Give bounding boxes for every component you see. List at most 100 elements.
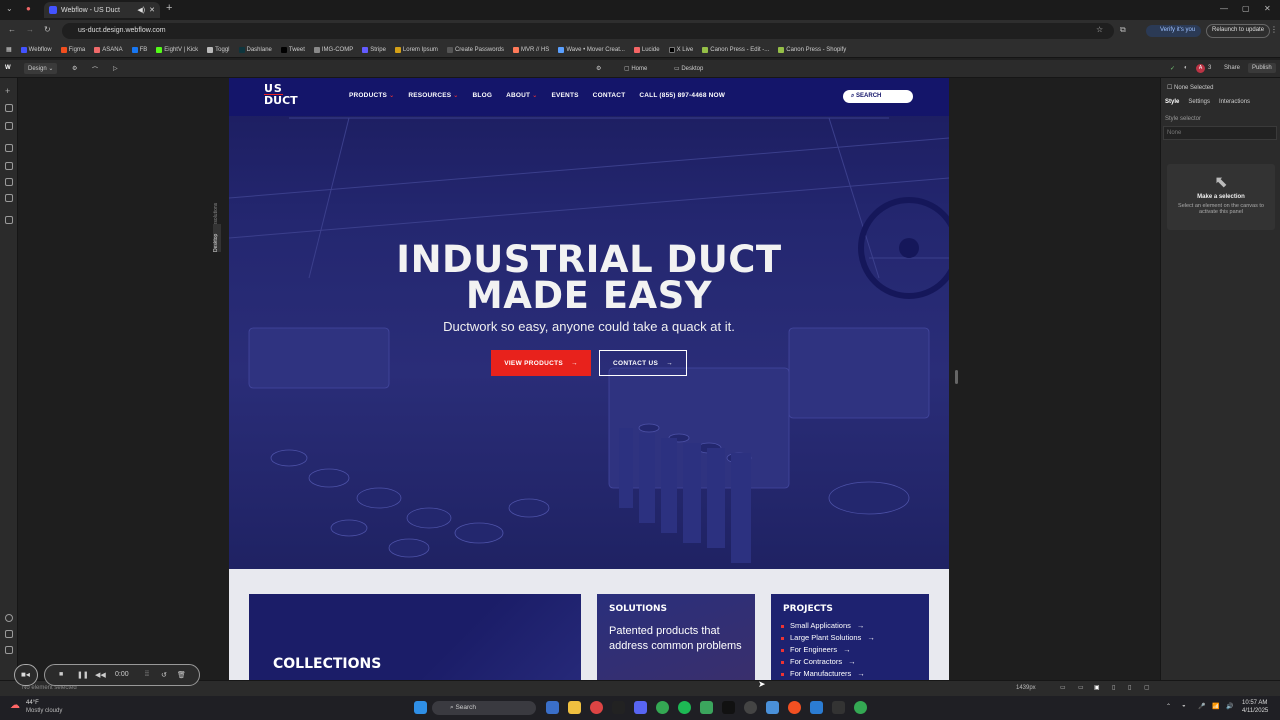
bookmark-create-passwords[interactable]: Create Passwords xyxy=(446,46,504,53)
app-icon[interactable] xyxy=(590,701,603,714)
url-field[interactable]: us-duct.design.webflow.com xyxy=(62,23,1114,39)
current-breakpoint-icon[interactable]: ▣ xyxy=(1094,684,1100,691)
contact-us-button[interactable]: CONTACT US → xyxy=(599,350,687,376)
desktop-breakpoint-icon[interactable]: ▭ xyxy=(1060,684,1066,691)
mic-icon[interactable]: 🎤 xyxy=(1198,703,1205,710)
breakpoint-selector[interactable]: ▭ Desktop xyxy=(674,65,703,72)
bookmark-img-comp[interactable]: IMG-COMP xyxy=(313,46,353,53)
nav-resources[interactable]: RESOURCES ⌄ xyxy=(408,92,458,99)
us-duct-logo[interactable]: US DUCT xyxy=(264,83,298,106)
reload-icon[interactable]: ↻ xyxy=(44,25,51,34)
audit-icon[interactable]: ⌒ xyxy=(92,65,98,74)
bookmark-wave[interactable]: Wave • Mover Creat... xyxy=(558,46,625,53)
clock-time[interactable]: 10:57 AM xyxy=(1242,700,1267,706)
project-link[interactable]: For Manufacturers → xyxy=(781,668,875,680)
app-icon[interactable] xyxy=(744,701,757,714)
fullscreen-icon[interactable]: ▢ xyxy=(1144,684,1150,691)
canvas-resize-handle[interactable] xyxy=(955,370,958,384)
bookmark-figma[interactable]: Figma xyxy=(60,46,85,53)
rewind-icon[interactable]: ◀◀ xyxy=(95,671,106,679)
view-products-button[interactable]: VIEW PRODUCTS → xyxy=(491,350,591,376)
tab-settings[interactable]: Settings xyxy=(1188,99,1210,105)
bookmark-asana[interactable]: ASANA xyxy=(94,46,123,53)
apps-icon[interactable]: ▦ xyxy=(6,46,12,53)
checklist-icon[interactable] xyxy=(5,646,13,654)
relaunch-button[interactable]: Relaunch to update xyxy=(1206,24,1271,38)
app-icon[interactable] xyxy=(832,701,845,714)
apps-panel-icon[interactable] xyxy=(5,216,13,224)
site-canvas[interactable]: US DUCT PRODUCTS ⌄ RESOURCES ⌄ BLOG ABOUT ⌄… xyxy=(229,78,949,680)
bookmark-lucide[interactable]: Lucide xyxy=(633,46,660,53)
app-icon[interactable] xyxy=(722,701,735,714)
style-selector-input[interactable]: None xyxy=(1163,126,1277,140)
nav-blog[interactable]: BLOG xyxy=(473,92,493,99)
publish-button[interactable]: Publish xyxy=(1248,63,1276,73)
webflow-logo-icon[interactable]: W xyxy=(5,65,11,71)
pages-icon[interactable] xyxy=(5,104,13,112)
wifi-icon[interactable]: 📶 xyxy=(1212,703,1219,710)
restart-icon[interactable]: ↺ xyxy=(161,671,167,679)
file-explorer-icon[interactable] xyxy=(568,701,581,714)
drag-icon[interactable]: ⁞⁞ xyxy=(145,671,149,678)
nav-about[interactable]: ABOUT ⌄ xyxy=(506,92,537,99)
add-elements-icon[interactable]: + xyxy=(5,86,13,96)
variables-icon[interactable] xyxy=(5,162,13,170)
verify-account-chip[interactable]: Verify it's you xyxy=(1146,25,1202,37)
bookmark-canon-shopify[interactable]: Canon Press - Shopify xyxy=(778,46,846,53)
bookmark-canon-edit[interactable]: Canon Press - Edit -... xyxy=(702,46,769,53)
window-close-icon[interactable]: ✕ xyxy=(1264,4,1271,13)
mobile-portrait-icon[interactable]: ▯ xyxy=(1128,684,1131,691)
project-link[interactable]: For Contractors → xyxy=(781,656,875,668)
windows-start-icon[interactable] xyxy=(414,701,427,714)
nav-call[interactable]: CALL (855) 897-4468 NOW xyxy=(639,92,725,99)
bookmark-kick[interactable]: EightV | Kick xyxy=(156,46,198,53)
tablet-breakpoint-icon[interactable]: ▭ xyxy=(1078,684,1084,691)
app-icon[interactable] xyxy=(766,701,779,714)
copilot-icon[interactable] xyxy=(546,701,559,714)
mobile-landscape-icon[interactable]: ▯ xyxy=(1112,684,1115,691)
bookmark-x-live[interactable]: X Live xyxy=(668,46,693,53)
assets-icon[interactable] xyxy=(5,194,13,202)
help-icon[interactable] xyxy=(5,614,13,622)
spotify-icon[interactable] xyxy=(678,701,691,714)
browser-tab-active[interactable]: Webflow - US Duct ◀) ✕ xyxy=(44,2,160,18)
collections-card[interactable]: COLLECTIONS xyxy=(249,594,581,680)
avatar[interactable]: A xyxy=(1196,64,1205,73)
nav-events[interactable]: EVENTS xyxy=(551,92,578,99)
navigator-icon[interactable] xyxy=(5,122,13,130)
app-icon[interactable] xyxy=(700,701,713,714)
bookmark-dashlane[interactable]: Dashlane xyxy=(238,46,272,53)
volume-icon[interactable]: 🔊 xyxy=(1226,703,1233,710)
back-icon[interactable]: ← xyxy=(8,25,16,34)
project-link[interactable]: Large Plant Solutions → xyxy=(781,632,875,644)
tab-style[interactable]: Style xyxy=(1165,99,1179,105)
extensions-icon[interactable]: ⧉ xyxy=(1120,25,1126,35)
site-search[interactable]: ⌕ SEARCH xyxy=(843,90,913,103)
app-icon[interactable] xyxy=(612,701,625,714)
profile-icon[interactable]: ● xyxy=(26,4,31,13)
maximize-icon[interactable]: ▢ xyxy=(1242,4,1250,13)
bookmark-lorem-ipsum[interactable]: Lorem Ipsum xyxy=(394,46,438,53)
solutions-card[interactable]: SOLUTIONS Patented products that address… xyxy=(597,594,755,680)
projects-card[interactable]: PROJECTS Small Applications → Large Plant… xyxy=(771,594,929,680)
styles-icon[interactable] xyxy=(5,178,13,186)
camera-toggle[interactable]: ■◂ xyxy=(14,664,38,686)
bookmark-tweet[interactable]: Tweet xyxy=(280,46,305,53)
comments-icon[interactable]: ◐ xyxy=(1184,65,1188,71)
page-selector[interactable]: ▢ Home xyxy=(624,65,647,72)
preview-icon[interactable]: ▷ xyxy=(113,65,118,72)
tray-app-icon[interactable]: ◒ xyxy=(1182,703,1186,709)
bookmark-stripe[interactable]: Stripe xyxy=(362,46,386,53)
minimize-icon[interactable]: — xyxy=(1220,4,1228,13)
discord-icon[interactable] xyxy=(634,701,647,714)
bookmark-mvr-hs[interactable]: MVR // HS xyxy=(512,46,549,53)
tray-chevron-icon[interactable]: ⌃ xyxy=(1166,703,1171,710)
tab-interactions[interactable]: Interactions xyxy=(1219,99,1250,105)
project-link[interactable]: Small Applications → xyxy=(781,620,875,632)
nav-products[interactable]: PRODUCTS ⌄ xyxy=(349,92,394,99)
taskbar-search[interactable]: ⌕ Search xyxy=(432,701,536,715)
hero-section[interactable]: US DUCT PRODUCTS ⌄ RESOURCES ⌄ BLOG ABOUT ⌄… xyxy=(229,78,949,569)
tab-close-icon[interactable]: ✕ xyxy=(149,6,155,14)
chrome-icon[interactable] xyxy=(854,701,867,714)
audit-panel-icon[interactable] xyxy=(5,630,13,638)
